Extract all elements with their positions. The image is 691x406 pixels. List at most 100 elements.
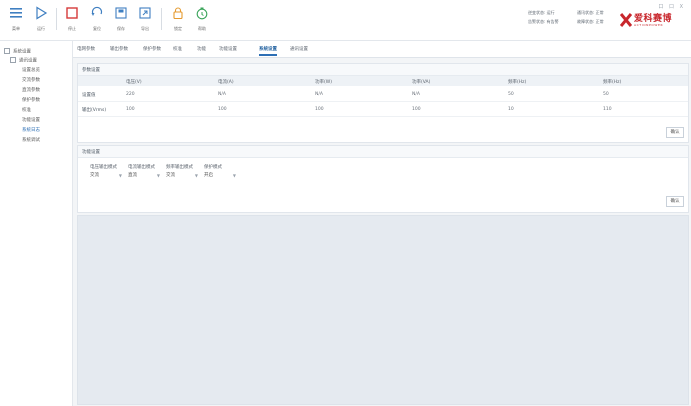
- cell-value[interactable]: 220: [126, 92, 135, 97]
- inverter-status: 逆变状态: 运行: [528, 10, 555, 15]
- panel-title: 参数设置: [82, 68, 100, 73]
- column-header: 频率(Hz): [508, 80, 527, 85]
- panel-title: 功能设置: [82, 150, 100, 155]
- reset-label: 复位: [93, 26, 101, 31]
- menu-button[interactable]: 菜单: [6, 6, 26, 32]
- main-area: 电网参数 输出参数 保护参数 校准 功能 功能设置 系统设置 通讯设置 参数设置…: [73, 41, 691, 406]
- cell-value[interactable]: 100: [412, 107, 421, 112]
- function-panel: 功能设置 电压输出模式 交流 ▼ 电流输出模式 直流 ▼ 频率输出模式 交流 ▼…: [77, 145, 689, 213]
- protection-mode-label: 保护模式: [204, 165, 222, 170]
- column-header: 功率(VA): [412, 80, 431, 85]
- cell-value[interactable]: N/A: [315, 92, 323, 97]
- voltage-mode-label: 电压输出模式: [90, 165, 117, 170]
- cell-value[interactable]: N/A: [218, 92, 226, 97]
- tab-function[interactable]: 功能: [197, 46, 206, 52]
- sidebar-item-function[interactable]: 功能设置: [22, 117, 40, 123]
- apply-button[interactable]: 确认: [666, 127, 684, 138]
- empty-content-area: [77, 215, 689, 405]
- row-label: 设置值: [82, 93, 96, 98]
- tab-comm-settings[interactable]: 通讯设置: [290, 46, 308, 52]
- brand-logo: 爱科赛博 ACTIONPOWER: [620, 11, 686, 31]
- parameter-panel: 参数设置 电压(V) 电流(A) 功率(W) 功率(VA) 频率(Hz) 频率(…: [77, 63, 689, 143]
- protection-mode-value: 开启: [204, 173, 213, 178]
- table-header: 电压(V) 电流(A) 功率(W) 功率(VA) 频率(Hz) 频率(Hz): [78, 76, 688, 86]
- cell-value[interactable]: N/A: [412, 92, 420, 97]
- voltage-mode-select[interactable]: 交流 ▼: [90, 172, 124, 180]
- sidebar: 系统设置 通讯设置 设置总览 交流参数 直流参数 保护参数 校准 功能设置 系统…: [0, 41, 73, 406]
- tree-root[interactable]: 系统设置: [4, 48, 31, 55]
- run-label: 运行: [37, 26, 45, 31]
- sidebar-item-debug[interactable]: 系统调试: [22, 137, 40, 143]
- cell-value[interactable]: 50: [508, 92, 514, 97]
- frequency-mode-select[interactable]: 交流 ▼: [166, 172, 200, 180]
- status-left: 逆变状态: 运行 告警状态: 有告警: [528, 10, 559, 28]
- save-button[interactable]: 保存: [111, 6, 131, 32]
- voltage-mode-value: 交流: [90, 173, 99, 178]
- logo-sub-text: ACTIONPOWER: [634, 23, 664, 27]
- stop-icon: [66, 7, 78, 19]
- cell-value[interactable]: 10: [508, 107, 514, 112]
- tree-group[interactable]: 通讯设置: [10, 57, 37, 64]
- column-header: 电压(V): [126, 80, 142, 85]
- sidebar-item-overview[interactable]: 设置总览: [22, 67, 40, 73]
- current-mode-label: 电流输出模式: [128, 165, 155, 170]
- export-label: 导出: [141, 26, 149, 31]
- cell-value[interactable]: 110: [603, 107, 612, 112]
- cell-value[interactable]: 50: [603, 92, 609, 97]
- cell-value[interactable]: 100: [315, 107, 324, 112]
- tab-calibration[interactable]: 校准: [173, 46, 182, 52]
- chevron-down-icon: ▼: [232, 173, 236, 178]
- export-button[interactable]: 导出: [135, 6, 155, 32]
- sidebar-item-calibration[interactable]: 校准: [22, 107, 31, 113]
- alarm-status: 告警状态: 有告警: [528, 19, 559, 24]
- save-label: 保存: [117, 26, 125, 31]
- status-right: 通讯状态: 正常 故障状态: 正常: [577, 10, 604, 28]
- current-mode-select[interactable]: 直流 ▼: [128, 172, 162, 180]
- stop-button[interactable]: 停止: [62, 6, 82, 32]
- reset-button[interactable]: 复位: [87, 6, 107, 32]
- logo-mark-icon: [620, 13, 632, 27]
- sidebar-item-ac[interactable]: 交流参数: [22, 77, 40, 83]
- column-header: 电流(A): [218, 80, 234, 85]
- collapse-icon[interactable]: [10, 57, 16, 63]
- panel-header: [78, 64, 688, 76]
- current-mode-value: 直流: [128, 173, 137, 178]
- sidebar-item-protection[interactable]: 保护参数: [22, 97, 40, 103]
- table-row: 设置值 220 N/A N/A N/A 50 50: [78, 87, 688, 102]
- table-row: 输出(Vrms) 100 100 100 100 10 110: [78, 102, 688, 117]
- tab-output[interactable]: 输出参数: [110, 46, 128, 52]
- window-controls[interactable]: 口 口 X: [658, 3, 685, 10]
- row-label: 输出(Vrms): [82, 108, 107, 113]
- collapse-icon[interactable]: [4, 48, 10, 54]
- cell-value[interactable]: 100: [126, 107, 135, 112]
- panel-header: [78, 146, 688, 158]
- cell-value[interactable]: 100: [218, 107, 227, 112]
- tab-bar: 电网参数 输出参数 保护参数 校准 功能 功能设置 系统设置 通讯设置: [73, 41, 691, 58]
- tab-grid[interactable]: 电网参数: [77, 46, 95, 52]
- sidebar-item-log[interactable]: 系统日志: [22, 127, 40, 133]
- sidebar-item-dc[interactable]: 直流参数: [22, 87, 40, 93]
- protection-mode-select[interactable]: 开启 ▼: [204, 172, 238, 180]
- column-header: 频率(Hz): [603, 80, 622, 85]
- reset-icon: [91, 6, 103, 16]
- tab-function-settings[interactable]: 功能设置: [219, 46, 237, 52]
- comm-status: 通讯状态: 正常: [577, 10, 604, 15]
- apply-button[interactable]: 确认: [666, 196, 684, 207]
- menu-label: 菜单: [12, 26, 20, 31]
- frequency-mode-label: 频率输出模式: [166, 165, 193, 170]
- export-icon: [139, 7, 151, 19]
- help-button[interactable]: 帮助: [192, 6, 212, 32]
- chevron-down-icon: ▼: [156, 173, 160, 178]
- chevron-down-icon: ▼: [118, 173, 122, 178]
- help-label: 帮助: [198, 26, 206, 31]
- toolbar-divider: [56, 8, 57, 30]
- help-icon: [196, 7, 208, 20]
- lock-icon: [173, 7, 183, 20]
- lock-button[interactable]: 锁定: [168, 6, 188, 32]
- run-button[interactable]: 运行: [31, 6, 51, 32]
- tab-system-settings[interactable]: 系统设置: [259, 46, 277, 56]
- save-icon: [115, 7, 127, 19]
- chevron-down-icon: ▼: [194, 173, 198, 178]
- tab-protection[interactable]: 保护参数: [143, 46, 161, 52]
- fault-status: 故障状态: 正常: [577, 19, 604, 24]
